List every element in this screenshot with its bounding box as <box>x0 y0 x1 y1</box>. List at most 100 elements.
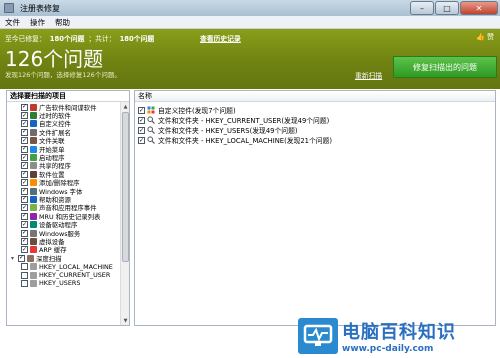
tree-item-label: HKEY_CURRENT_USER <box>39 271 111 279</box>
scroll-up-arrow-icon[interactable]: ▲ <box>121 102 130 111</box>
tree-item-checkbox[interactable]: ✓ <box>21 187 28 195</box>
history-icon <box>30 212 37 220</box>
result-label: 文件和文件夹 - HKEY_CURRENT_USER(发现49个问题) <box>158 117 330 125</box>
driver-icon <box>30 221 37 229</box>
tree-item-checkbox[interactable]: ✓ <box>21 229 28 237</box>
tree-item-checkbox[interactable] <box>21 279 28 287</box>
tree-item-checkbox[interactable]: ✓ <box>21 212 28 220</box>
tree-item-checkbox[interactable]: ✓ <box>21 162 28 170</box>
view-history-link[interactable]: 查看历史记录 <box>200 33 241 43</box>
tree-item-label: HKEY_USERS <box>39 279 81 288</box>
tree-item-checkbox[interactable]: ✓ <box>21 112 28 120</box>
like-button[interactable]: 👍 赞 <box>476 32 494 42</box>
minimize-button[interactable]: – <box>410 1 434 15</box>
tree-item[interactable]: HKEY_USERS <box>7 279 121 287</box>
control-icon <box>147 106 155 114</box>
window-title: 注册表修复 <box>20 3 60 13</box>
result-label: 自定义控件(发现7个问题) <box>158 107 236 115</box>
result-checkbox[interactable]: ✓ <box>138 136 145 144</box>
scan-items-panel: 选择要扫描的项目 ✓ 广告软件和间谍软件 ✓ 过时的软件 ✓ 自定义控件 ✓ 文件扩展名 ✓ 文件… <box>6 90 130 326</box>
tree-scrollbar[interactable]: ▲ ▼ <box>120 102 129 325</box>
result-label: 文件和文件夹 - HKEY_USERS(发现49个问题) <box>158 127 298 135</box>
watermark-title: 电脑百科知识 <box>342 321 456 343</box>
control-icon <box>30 120 37 128</box>
total-count: 180个问题 <box>119 35 155 43</box>
tree-item-checkbox[interactable]: ✓ <box>21 120 28 128</box>
column-header-name[interactable]: 名称 <box>135 91 495 102</box>
result-checkbox[interactable]: ✓ <box>138 116 145 124</box>
tree-item-checkbox[interactable]: ✓ <box>21 154 28 162</box>
menu-bar: 文件 操作 帮助 <box>0 16 500 29</box>
menu-file[interactable]: 文件 <box>0 17 25 28</box>
startup-icon <box>30 154 37 162</box>
deep-scan-icon <box>27 254 34 262</box>
tree-item-checkbox[interactable]: ✓ <box>21 246 28 254</box>
search-icon <box>147 126 155 134</box>
total-label: ；共计： <box>88 35 116 43</box>
tree-item[interactable]: ✓ ARP 缓存 <box>7 246 121 254</box>
result-checkbox[interactable]: ✓ <box>138 126 145 134</box>
problem-count-headline: 126个问题 <box>5 47 104 71</box>
menu-action[interactable]: 操作 <box>25 17 50 28</box>
tree-item-checkbox[interactable]: ✓ <box>21 195 28 203</box>
tree-item-checkbox[interactable]: ✓ <box>21 137 28 145</box>
tree-item-label: 深度扫描 <box>36 254 62 263</box>
help-icon <box>30 195 37 203</box>
tree-item-checkbox[interactable]: ✓ <box>21 170 28 178</box>
expander-icon[interactable]: ▾ <box>11 255 17 262</box>
search-icon <box>147 116 155 124</box>
result-row[interactable]: ✓ 文件和文件夹 - HKEY_LOCAL_MACHINE(发现21个问题) <box>138 135 332 145</box>
fix-problems-button[interactable]: 修复扫描出的问题 <box>393 56 497 78</box>
like-label: 赞 <box>487 33 494 41</box>
tree-item-checkbox[interactable]: ✓ <box>21 221 28 229</box>
association-icon <box>30 137 37 145</box>
virtual-device-icon <box>30 237 37 245</box>
menu-help[interactable]: 帮助 <box>50 17 75 28</box>
hive-icon <box>30 279 37 287</box>
monitor-logo-icon <box>298 317 338 354</box>
tree-item-checkbox[interactable]: ✓ <box>21 128 28 136</box>
summary-label: 至今已修复： <box>5 35 46 43</box>
shared-icon <box>30 162 37 170</box>
hive-icon <box>30 263 37 271</box>
tree-item-checkbox[interactable]: ✓ <box>21 145 28 153</box>
close-button[interactable]: ✕ <box>460 1 498 15</box>
sound-icon <box>30 204 37 212</box>
window-controls: – □ ✕ <box>410 1 498 15</box>
tree-item[interactable]: ▾ ✓ 深度扫描 <box>7 254 121 263</box>
adware-icon <box>30 103 37 111</box>
tree-item-checkbox[interactable]: ✓ <box>18 254 25 262</box>
thumbs-up-icon: 👍 <box>476 33 485 41</box>
tree-item-checkbox[interactable]: ✓ <box>21 103 28 111</box>
watermark-url: www.pc-daily.com <box>342 343 434 354</box>
font-icon <box>30 187 37 195</box>
result-row[interactable]: ✓ 文件和文件夹 - HKEY_CURRENT_USER(发现49个问题) <box>138 115 332 125</box>
maximize-button[interactable]: □ <box>435 1 459 15</box>
fix-summary: 至今已修复： 180个问题 ；共计： 180个问题 <box>5 33 154 43</box>
rescan-link[interactable]: 重新扫描 <box>355 70 382 80</box>
scroll-down-arrow-icon[interactable]: ▼ <box>121 316 130 325</box>
tree-item-checkbox[interactable]: ✓ <box>21 204 28 212</box>
title-bar: 注册表修复 – □ ✕ <box>0 0 500 16</box>
arp-icon <box>30 246 37 254</box>
tree-item-checkbox[interactable]: ✓ <box>21 179 28 187</box>
result-row[interactable]: ✓ 自定义控件(发现7个问题) <box>138 105 332 115</box>
tree-item-checkbox[interactable]: ✓ <box>21 237 28 245</box>
location-icon <box>30 170 37 178</box>
scan-items-header: 选择要扫描的项目 <box>7 91 129 102</box>
start-menu-icon <box>30 145 37 153</box>
tree-item[interactable]: HKEY_LOCAL_MACHINE <box>7 262 121 271</box>
software-icon <box>30 112 37 120</box>
result-row[interactable]: ✓ 文件和文件夹 - HKEY_USERS(发现49个问题) <box>138 125 332 135</box>
result-label: 文件和文件夹 - HKEY_LOCAL_MACHINE(发现21个问题) <box>158 137 333 145</box>
service-icon <box>30 229 37 237</box>
result-checkbox[interactable]: ✓ <box>138 106 145 114</box>
scan-items-tree: ✓ 广告软件和间谍软件 ✓ 过时的软件 ✓ 自定义控件 ✓ 文件扩展名 ✓ 文件关联 ✓ 开始菜单 ✓ 启… <box>7 103 121 288</box>
tree-item-checkbox[interactable] <box>21 263 28 271</box>
tree-item[interactable]: HKEY_CURRENT_USER <box>7 271 121 279</box>
scroll-thumb[interactable] <box>122 112 129 262</box>
results-list: ✓ 自定义控件(发现7个问题) ✓ 文件和文件夹 - HKEY_CURRENT_USE… <box>138 105 332 145</box>
tree-item-label: HKEY_LOCAL_MACHINE <box>39 262 113 271</box>
tree-item-checkbox[interactable] <box>21 271 28 279</box>
site-watermark: 电脑百科知识 www.pc-daily.com <box>298 313 500 358</box>
